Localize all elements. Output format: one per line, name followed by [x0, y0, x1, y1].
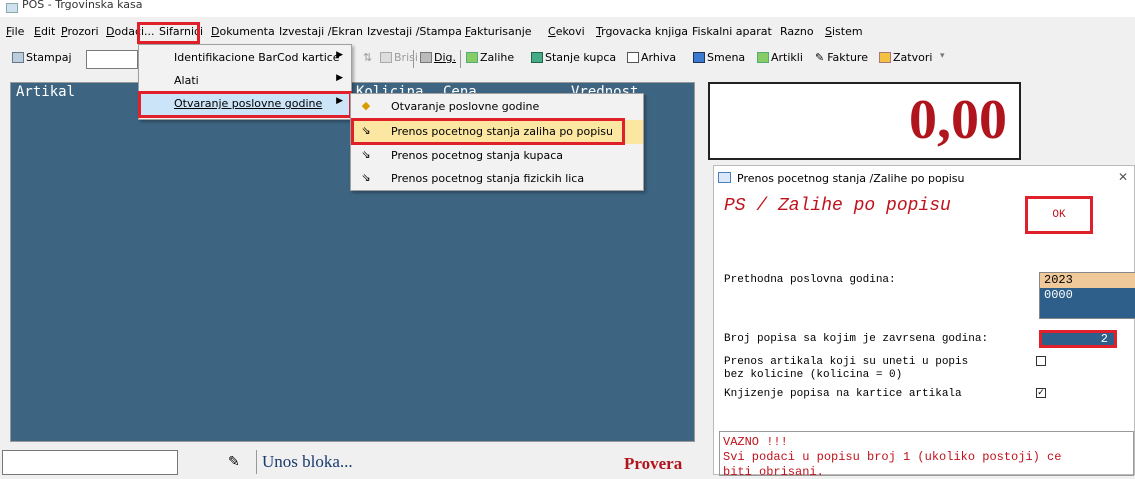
dialog-heading: PS / Zalihe po popisu — [724, 196, 951, 216]
warning-line2: biti obrisani. — [723, 465, 824, 479]
barcode-input[interactable] — [2, 450, 178, 475]
provera-button[interactable]: Provera — [624, 454, 682, 474]
prev-year-label: Prethodna poslovna godina: — [724, 274, 896, 286]
warning-box: VAZNO !!! Svi podaci u popisu broj 1 (uk… — [719, 431, 1134, 479]
submenu-arrow-icon: ▶ — [336, 73, 343, 83]
smena-button[interactable]: Smena — [693, 51, 745, 64]
prenos-label-line2: bez kolicine (kolicina = 0) — [724, 369, 903, 381]
sort-button[interactable]: ⇅ — [363, 51, 372, 64]
stampaj-input[interactable] — [86, 50, 138, 69]
menu-izvestaji-stampa[interactable]: Izvestaji /Stampa — [367, 25, 462, 38]
artikli-button[interactable]: Artikli — [757, 51, 803, 64]
shift-icon — [693, 52, 705, 63]
menu-fiskalni-aparat[interactable]: Fiskalni aparat — [692, 25, 772, 38]
folder-icon — [879, 52, 891, 63]
highlight-zalihe-po-popisu — [351, 118, 625, 145]
menu-dokumenta[interactable]: Dokumenta — [211, 25, 275, 38]
arhiva-button[interactable]: Arhiva — [627, 51, 676, 64]
year-option[interactable]: 0000 — [1040, 288, 1135, 303]
year-listbox[interactable]: 2023 0000 — [1039, 272, 1135, 319]
menu-item-alati[interactable]: Alati ▶ — [139, 70, 351, 92]
pen-icon: ✎ — [815, 51, 825, 64]
status-bar: ✎ Unos bloka... Provera — [0, 444, 708, 475]
year-option[interactable]: 2023 — [1040, 273, 1135, 288]
people-icon — [531, 52, 543, 63]
sort-icon: ⇅ — [363, 51, 373, 64]
total-value: 0,00 — [909, 89, 1007, 151]
submenu-arrow-icon: ▶ — [336, 50, 343, 60]
menu-trgovacka-knjiga[interactable]: Trgovacka knjiga — [596, 25, 688, 38]
highlight-otvaranje — [138, 91, 352, 118]
unos-bloka-label: Unos bloka... — [262, 452, 353, 471]
prenos-label-line1: Prenos artikala koji su uneti u popis — [724, 356, 969, 368]
form-icon — [718, 172, 731, 183]
grid-icon — [757, 52, 769, 63]
title-bar: POS - Trgovinska kasa — [0, 0, 1135, 17]
menu-item-barcod[interactable]: Identifikacione BarCod kartice ▶ — [139, 47, 351, 69]
menu-fakturisanje[interactable]: Fakturisanje — [465, 25, 532, 38]
dialog-title-bar: Prenos pocetnog stanja /Zalihe po popisu… — [714, 166, 1134, 190]
menu-cekovi[interactable]: Cekovi — [548, 25, 585, 38]
ok-button[interactable]: OK — [1025, 196, 1093, 234]
printer-icon — [12, 52, 24, 63]
fakture-button[interactable]: ✎ Fakture — [815, 51, 868, 64]
prenos-dialog: Prenos pocetnog stanja /Zalihe po popisu… — [713, 165, 1135, 479]
menu-prozori[interactable]: Prozori — [61, 25, 99, 38]
close-icon[interactable]: ✕ — [1118, 170, 1128, 184]
knjizenje-checkbox[interactable]: ✓ — [1036, 388, 1046, 398]
stampaj-button[interactable]: Stampaj — [12, 51, 72, 64]
zalihe-button[interactable]: Zalihe — [466, 51, 514, 64]
broj-popisa-input[interactable]: 2 — [1039, 330, 1117, 348]
menu-sistem[interactable]: Sistem — [825, 25, 863, 38]
warning-title: VAZNO !!! — [723, 435, 788, 449]
dig-button[interactable]: Dig. — [420, 51, 456, 64]
transfer-icon: ⇘ — [361, 171, 371, 184]
trash-icon — [380, 52, 392, 63]
column-artikal[interactable]: Artikal — [16, 84, 75, 100]
menu-izvestaji-ekran[interactable]: Izvestaji /Ekran — [279, 25, 363, 38]
stanje-kupca-button[interactable]: Stanje kupca — [531, 51, 616, 64]
prenos-checkbox[interactable] — [1036, 356, 1046, 366]
dialog-title: Prenos pocetnog stanja /Zalihe po popisu — [737, 172, 965, 185]
zatvori-button[interactable]: Zatvori — [879, 51, 932, 64]
transfer-icon: ⇘ — [361, 148, 371, 161]
menu-file[interactable]: File — [6, 25, 24, 38]
menu-razno[interactable]: Razno — [780, 25, 814, 38]
toolbar-overflow-icon[interactable]: ▾ — [940, 51, 945, 61]
book-icon — [627, 52, 639, 63]
grid-icon — [466, 52, 478, 63]
app-icon — [6, 3, 18, 13]
calculator-icon — [420, 52, 432, 63]
broj-label: Broj popisa sa kojim je zavrsena godina: — [724, 333, 989, 345]
submenu-item-otvaranje[interactable]: ◆ Otvaranje poslovne godine — [351, 95, 643, 119]
warning-diamond-icon: ◆ — [361, 99, 371, 112]
pencil-icon[interactable]: ✎ — [228, 454, 240, 470]
window-title: POS - Trgovinska kasa — [22, 0, 143, 11]
submenu-item-fizickih-lica[interactable]: ⇘ Prenos pocetnog stanja fizickih lica — [351, 167, 643, 191]
highlight-dodaci — [137, 22, 200, 44]
warning-line1: Svi podaci u popisu broj 1 (ukoliko post… — [723, 450, 1062, 464]
knjizenje-label: Knjizenje popisa na kartice artikala — [724, 388, 962, 400]
menu-edit[interactable]: Edit — [34, 25, 55, 38]
total-display: 0,00 — [708, 82, 1021, 160]
submenu-item-kupaca[interactable]: ⇘ Prenos pocetnog stanja kupaca — [351, 144, 643, 168]
